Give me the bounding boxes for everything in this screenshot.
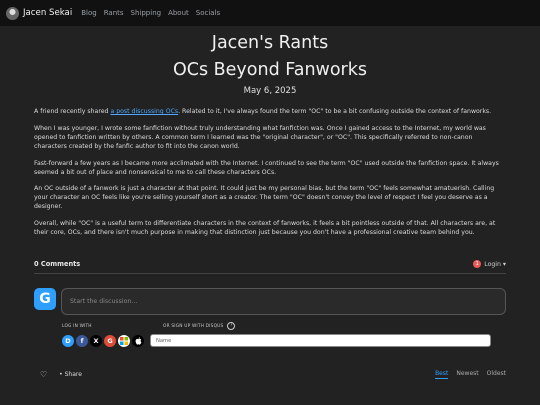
post-date: May 6, 2025 xyxy=(243,86,297,96)
thread-actions: ♡ • Share xyxy=(40,370,82,379)
sort-newest[interactable]: Newest xyxy=(456,370,478,379)
disqus-icon[interactable]: D xyxy=(62,334,74,347)
login-with-label: LOG IN WITH xyxy=(62,323,92,329)
post-title: OCs Beyond Fanworks xyxy=(172,60,367,80)
sort-tabs: Best Newest Oldest xyxy=(427,370,506,379)
discussion-input[interactable]: Start the discussion… xyxy=(61,288,506,315)
paragraph-2: When I was younger, I wrote some fanfict… xyxy=(34,124,486,150)
login-label: Login ▾ xyxy=(484,260,506,268)
heart-icon[interactable]: ♡ xyxy=(40,370,47,379)
paragraph-3: Fast-forward a few years as I became mor… xyxy=(34,159,499,176)
comment-count: 0 Comments xyxy=(34,260,81,268)
site-name[interactable]: Jacen Sekai xyxy=(23,8,72,18)
signup-with-label: OR SIGN UP WITH DISQUS xyxy=(163,323,224,329)
social-login-row: D f X G Name xyxy=(62,334,491,347)
nav-link-about[interactable]: About xyxy=(168,9,189,17)
google-icon[interactable]: G xyxy=(104,334,116,347)
page-header: Jacen's Rants OCs Beyond Fanworks May 6,… xyxy=(0,32,540,96)
post-link[interactable]: a post discussing OCs xyxy=(110,108,178,115)
nav-link-rants[interactable]: Rants xyxy=(104,9,124,17)
x-icon[interactable]: X xyxy=(90,334,102,347)
user-avatar: G xyxy=(34,288,56,310)
apple-logo xyxy=(135,336,141,345)
help-icon[interactable]: ? xyxy=(227,322,236,330)
paragraph-1: A friend recently shared a post discussi… xyxy=(34,108,492,115)
paragraph-5: Overall, while "OC" is a useful term to … xyxy=(34,220,496,237)
microsoft-icon[interactable] xyxy=(118,334,130,347)
blog-title: Jacen's Rants xyxy=(211,33,329,53)
nav-link-socials[interactable]: Socials xyxy=(196,9,220,17)
top-nav: Jacen Sekai Blog Rants Shipping About So… xyxy=(0,0,540,26)
sort-best[interactable]: Best xyxy=(435,370,449,379)
nav-link-blog[interactable]: Blog xyxy=(81,9,96,17)
comments-header: 0 Comments 1 Login ▾ xyxy=(34,260,506,274)
microsoft-logo xyxy=(120,336,128,345)
login-options-labels: LOG IN WITH OR SIGN UP WITH DISQUS ? xyxy=(62,322,236,330)
apple-icon[interactable] xyxy=(132,334,144,347)
paragraph-4: An OC outside of a fanwork is just a cha… xyxy=(34,185,495,211)
sort-oldest[interactable]: Oldest xyxy=(487,370,506,379)
login-button[interactable]: 1 Login ▾ xyxy=(473,260,506,268)
article-body: A friend recently shared a post discussi… xyxy=(0,108,540,238)
share-button[interactable]: • Share xyxy=(59,371,82,378)
comment-footer: ♡ • Share Best Newest Oldest xyxy=(40,370,506,379)
facebook-icon[interactable]: f xyxy=(76,334,88,347)
name-field[interactable]: Name xyxy=(150,334,491,347)
notification-badge: 1 xyxy=(473,260,482,268)
comment-compose: G Start the discussion… xyxy=(34,288,506,315)
nav-link-shipping[interactable]: Shipping xyxy=(131,9,162,17)
site-avatar[interactable] xyxy=(6,6,19,20)
